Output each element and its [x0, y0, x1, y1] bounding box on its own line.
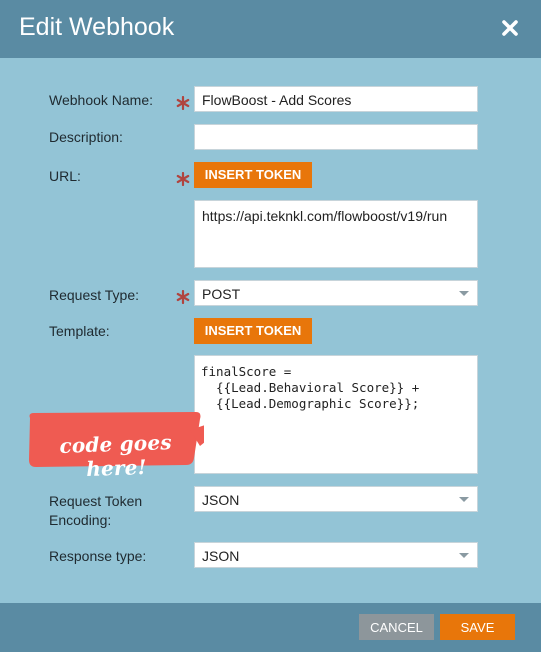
response-type-select[interactable]: JSON: [194, 542, 478, 568]
request-type-value: POST: [202, 286, 241, 302]
request-token-encoding-value: JSON: [202, 492, 240, 508]
chevron-down-icon: [459, 291, 469, 296]
request-type-label: Request Type:: [49, 287, 140, 303]
url-textarea[interactable]: https://api.teknkl.com/flowboost/v19/run: [194, 200, 478, 268]
response-type-label: Response type:: [49, 548, 147, 564]
template-label: Template:: [49, 323, 110, 339]
request-token-encoding-select[interactable]: JSON: [194, 486, 478, 512]
required-asterisk-icon: [176, 96, 190, 110]
template-insert-token-button[interactable]: INSERT TOKEN: [194, 318, 312, 344]
dialog-header: Edit Webhook: [0, 0, 541, 58]
required-asterisk-icon: [176, 290, 190, 304]
close-icon[interactable]: [501, 15, 519, 39]
webhook-name-input[interactable]: FlowBoost - Add Scores: [194, 86, 478, 112]
cancel-button[interactable]: CANCEL: [359, 614, 434, 640]
edit-webhook-dialog: Edit Webhook Webhook Name: FlowBoost - A…: [0, 0, 541, 652]
save-button[interactable]: SAVE: [440, 614, 515, 640]
request-token-encoding-label-line2: Encoding:: [49, 512, 112, 528]
response-type-value: JSON: [202, 548, 240, 564]
request-token-encoding-label: Request Token Encoding:: [49, 492, 142, 530]
chevron-down-icon: [459, 497, 469, 502]
url-label: URL:: [49, 168, 81, 184]
description-label: Description:: [49, 129, 123, 145]
chevron-down-icon: [459, 553, 469, 558]
url-insert-token-button[interactable]: INSERT TOKEN: [194, 162, 312, 188]
callout-text: code goes here!: [59, 430, 173, 482]
description-input[interactable]: [194, 124, 478, 150]
request-token-encoding-label-line1: Request Token: [49, 493, 143, 509]
request-type-select[interactable]: POST: [194, 280, 478, 306]
required-asterisk-icon: [176, 172, 190, 186]
webhook-name-label: Webhook Name:: [49, 92, 154, 108]
template-textarea[interactable]: finalScore = {{Lead.Behavioral Score}} +…: [194, 355, 478, 474]
dialog-title: Edit Webhook: [19, 13, 175, 41]
